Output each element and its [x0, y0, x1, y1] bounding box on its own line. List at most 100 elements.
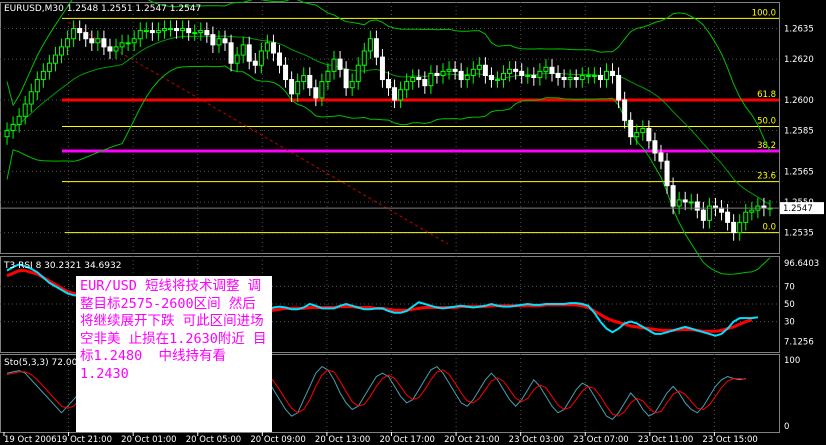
- candle-body: [616, 74, 622, 101]
- candle-body: [549, 66, 555, 74]
- fib-label: 61.8: [757, 90, 776, 100]
- candle-body: [398, 89, 404, 101]
- time-tick: 20 Oct 05:00: [186, 435, 241, 445]
- candle-body: [507, 68, 513, 74]
- candle-body: [22, 103, 28, 117]
- candle-body: [622, 99, 628, 121]
- candle-body: [240, 44, 246, 56]
- candle-body: [700, 209, 706, 221]
- rsi-tick: 70: [784, 282, 795, 292]
- candle-body: [646, 128, 652, 142]
- candle-body: [531, 74, 537, 79]
- candle-body: [373, 38, 379, 58]
- candle-body: [246, 44, 252, 62]
- candle-body: [513, 68, 519, 72]
- candle-body: [555, 72, 561, 79]
- time-tick: 23 Oct 07:00: [573, 435, 628, 445]
- current-price-label: 1.2547: [783, 204, 813, 214]
- price-tick: 1.2635: [784, 25, 814, 35]
- main-title: EURUSD,M30 1.2548 1.2551 1.2547 1.2547: [4, 4, 201, 14]
- candle-body: [392, 87, 398, 101]
- candle-body: [404, 81, 410, 91]
- candle-body: [422, 79, 428, 87]
- candle-body: [289, 79, 295, 95]
- candle-body: [277, 52, 283, 66]
- candle-body: [113, 46, 119, 52]
- sto-tick: 0: [784, 422, 789, 432]
- candle-body: [59, 46, 65, 56]
- candle-body: [416, 77, 422, 81]
- candle-body: [464, 74, 470, 81]
- candle-body: [4, 130, 10, 138]
- candle-body: [567, 77, 573, 81]
- candle-body: [501, 72, 507, 81]
- candle-body: [440, 70, 446, 76]
- candle-body: [52, 54, 58, 64]
- time-tick: 23 Oct 03:00: [509, 435, 564, 445]
- candle-body: [664, 160, 670, 187]
- candle-body: [101, 38, 107, 48]
- time-tick: 20 Oct 09:00: [250, 435, 305, 445]
- candle-body: [192, 32, 198, 35]
- time-tick: 20 Oct 01:00: [121, 435, 176, 445]
- candle-body: [119, 42, 125, 48]
- candle-body: [658, 152, 664, 162]
- candle-body: [228, 42, 234, 64]
- candle-body: [652, 140, 658, 154]
- candle-body: [743, 211, 749, 223]
- candle-body: [186, 28, 192, 34]
- price-tick: 1.2585: [784, 127, 814, 137]
- candle-body: [488, 74, 494, 81]
- time-tick: 23 Oct 11:00: [638, 435, 693, 445]
- candle-body: [40, 70, 46, 81]
- candle-body: [355, 64, 361, 83]
- rsi-tick: 7.1256: [784, 338, 814, 348]
- candle-body: [386, 79, 391, 89]
- price-tick: 1.2600: [784, 96, 814, 106]
- candle-body: [137, 30, 143, 40]
- candle-body: [537, 70, 543, 79]
- candle-body: [234, 54, 240, 64]
- candle-body: [252, 60, 258, 66]
- candle-body: [379, 56, 385, 81]
- candle-body: [301, 74, 307, 83]
- candle-body: [597, 74, 603, 81]
- candle-body: [343, 68, 349, 89]
- candle-body: [46, 62, 52, 72]
- candle-body: [543, 66, 549, 72]
- candle-body: [482, 64, 488, 76]
- candle-body: [77, 28, 83, 34]
- candle-body: [283, 64, 289, 81]
- candle-body: [458, 70, 464, 81]
- candle-body: [34, 79, 40, 93]
- candle-body: [603, 70, 609, 81]
- candle-body: [494, 79, 500, 82]
- time-tick: 20 Oct 13:00: [315, 435, 370, 445]
- candle-body: [349, 81, 355, 89]
- candle-body: [16, 115, 22, 125]
- candle-body: [10, 123, 16, 132]
- candle-body: [65, 38, 71, 48]
- candle-body: [71, 28, 77, 40]
- candle-body: [307, 74, 313, 89]
- rsi-tick: 30: [784, 318, 795, 328]
- time-tick: 19 Oct 21:00: [57, 435, 112, 445]
- candle-body: [640, 128, 646, 134]
- candle-body: [337, 58, 343, 70]
- candle-body: [222, 38, 228, 44]
- time-tick: 19 Oct 2006: [4, 435, 57, 445]
- candle-body: [519, 70, 525, 76]
- candle-body: [573, 77, 579, 81]
- candle-body: [737, 221, 743, 234]
- candle-body: [525, 74, 531, 77]
- price-tick: 1.2620: [784, 55, 814, 65]
- candle-body: [313, 87, 319, 99]
- candle-body: [155, 30, 161, 34]
- candle-body: [28, 91, 34, 105]
- candle-body: [410, 77, 416, 83]
- fib-label: 0.0: [762, 223, 776, 233]
- candle-body: [634, 132, 640, 138]
- price-tick: 1.2565: [784, 167, 814, 177]
- candle-body: [452, 68, 458, 72]
- candle-body: [446, 68, 452, 72]
